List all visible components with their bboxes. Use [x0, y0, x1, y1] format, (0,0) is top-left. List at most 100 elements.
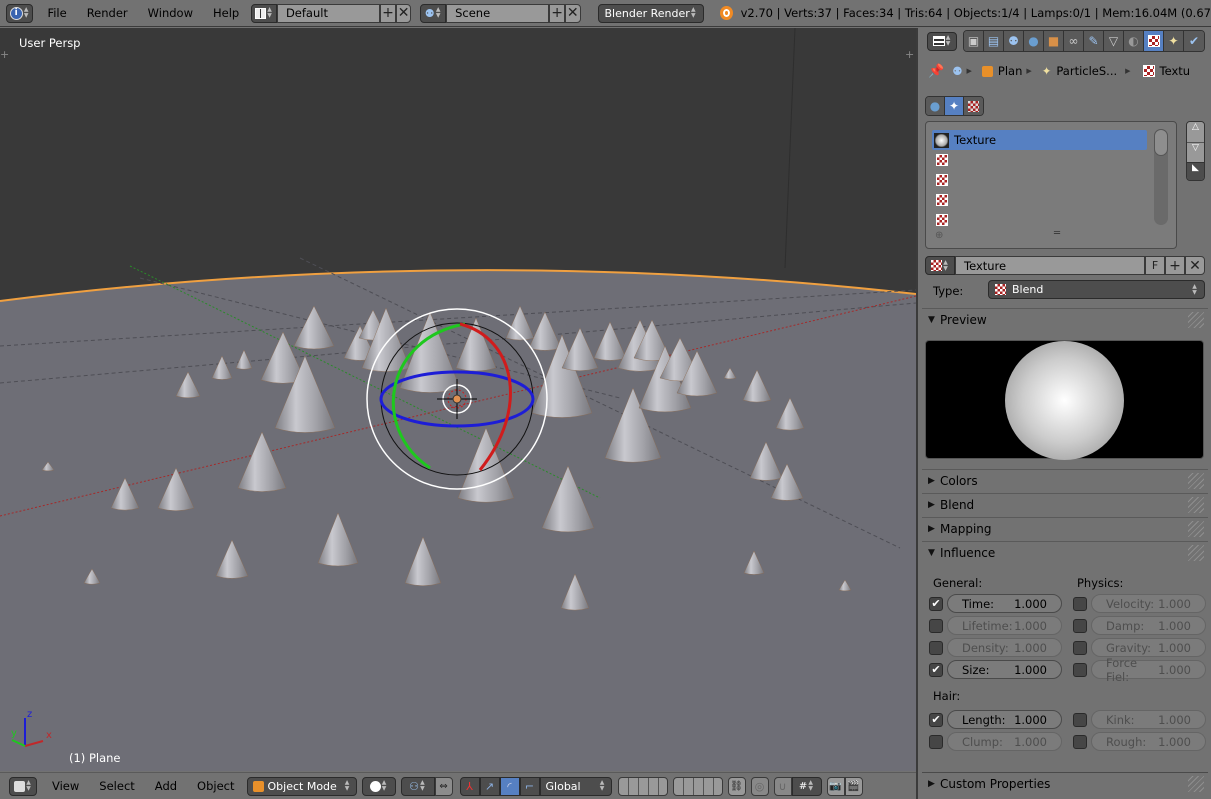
influence-checkbox[interactable]	[1073, 596, 1087, 611]
panel-mapping-header[interactable]: ▶ Mapping	[922, 517, 1208, 539]
influence-checkbox[interactable]: ✔	[929, 596, 943, 611]
panel-drag-handle[interactable]	[1188, 545, 1204, 561]
tab-scene[interactable]: ⚉	[1004, 31, 1024, 51]
fake-user-button[interactable]: F	[1145, 256, 1165, 275]
pin-icon[interactable]: 📌	[928, 64, 944, 79]
menu-object[interactable]: Object	[187, 779, 244, 793]
context-texture[interactable]	[964, 97, 983, 115]
influence-checkbox[interactable]	[1073, 734, 1087, 749]
influence-factor-field[interactable]: Lifetime: 1.000	[947, 616, 1062, 635]
screen-layout-selector[interactable]: ▲ ▼	[251, 3, 277, 23]
render-engine-dropdown[interactable]: Blender Render ▲ ▼	[597, 3, 704, 23]
layer-buttons-1[interactable]	[617, 776, 668, 796]
context-particles[interactable]: ✦	[945, 97, 964, 115]
influence-checkbox[interactable]	[929, 640, 943, 655]
add-screen-button[interactable]: +	[380, 3, 396, 23]
influence-factor-field[interactable]: Time: 1.000	[947, 594, 1062, 613]
new-texture-button[interactable]: +	[1165, 256, 1185, 275]
scene-name-field[interactable]: Scene	[446, 3, 550, 23]
render-animation-button[interactable]: 🎬	[844, 776, 863, 796]
influence-factor-field[interactable]: Damp: 1.000	[1091, 616, 1206, 635]
texture-slot[interactable]	[932, 210, 1147, 230]
editor-type-button[interactable]: i ▲ ▼	[6, 3, 34, 23]
panel-drag-handle[interactable]	[1188, 497, 1204, 513]
panel-drag-handle[interactable]	[1188, 521, 1204, 537]
screen-layout-name-field[interactable]: Default	[276, 3, 381, 23]
menu-select[interactable]: Select	[89, 779, 144, 793]
move-slot-down-button[interactable]: ▽	[1187, 142, 1204, 162]
pivot-point-dropdown[interactable]: ⚇ ▲ ▼	[400, 776, 435, 796]
influence-factor-field[interactable]: Size: 1.000	[947, 660, 1062, 679]
viewport-shading-dropdown[interactable]: ▲ ▼	[361, 776, 396, 796]
unlink-texture-button[interactable]: ✕	[1185, 256, 1205, 275]
tab-texture[interactable]	[1144, 31, 1164, 51]
menu-render[interactable]: Render	[77, 6, 138, 20]
influence-factor-field[interactable]: Force Fiel: 1.000	[1091, 656, 1206, 684]
texture-slot[interactable]	[932, 150, 1147, 170]
tab-physics[interactable]: ✔	[1184, 31, 1204, 51]
mode-dropdown[interactable]: Object Mode ▲ ▼	[246, 776, 357, 796]
3d-viewport[interactable]: User Persp z x y (1) Plane + +	[0, 28, 916, 771]
list-scrollbar[interactable]	[1154, 129, 1168, 225]
influence-checkbox[interactable]	[929, 734, 943, 749]
properties-expand-icon[interactable]: +	[905, 48, 916, 62]
translate-manipulator-button[interactable]: ↗	[479, 776, 500, 796]
panel-influence-header[interactable]: ▼ Influence	[922, 541, 1208, 563]
manipulator-toggle[interactable]: ⅄	[459, 776, 480, 796]
panel-drag-handle[interactable]	[1188, 312, 1204, 328]
scrollbar-thumb[interactable]	[1154, 129, 1168, 156]
panel-colors-header[interactable]: ▶ Colors	[922, 469, 1208, 491]
resize-handle-icon[interactable]: ═	[1054, 228, 1060, 239]
snap-toggle[interactable]: ∪	[773, 776, 792, 796]
render-opengl-button[interactable]: 📷	[826, 776, 845, 796]
manipulate-center-points-button[interactable]: ⇔	[434, 776, 453, 796]
influence-checkbox[interactable]	[1073, 662, 1087, 677]
menu-file[interactable]: File	[37, 6, 76, 20]
tab-modifiers[interactable]: ✎	[1084, 31, 1104, 51]
editor-type-button[interactable]: ▲ ▼	[927, 31, 957, 51]
influence-checkbox[interactable]	[1073, 640, 1087, 655]
proportional-editing-button[interactable]: ◎	[750, 776, 769, 796]
tab-constraints[interactable]: ∞	[1064, 31, 1084, 51]
influence-checkbox[interactable]	[929, 618, 943, 633]
menu-add[interactable]: Add	[145, 779, 187, 793]
tab-world[interactable]: ●	[1024, 31, 1044, 51]
browse-texture-button[interactable]: ▲ ▼	[925, 256, 955, 275]
tab-data[interactable]: ▽	[1104, 31, 1124, 51]
editor-type-button[interactable]: ▲ ▼	[9, 776, 37, 796]
rotate-manipulator-button[interactable]: ◜	[499, 776, 520, 796]
add-scene-button[interactable]: +	[549, 3, 565, 23]
influence-factor-field[interactable]: Rough: 1.000	[1091, 732, 1206, 751]
influence-factor-field[interactable]: Length: 1.000	[947, 710, 1062, 729]
add-filter-icon[interactable]: ⊕	[935, 230, 943, 241]
tab-object[interactable]: ■	[1044, 31, 1064, 51]
tab-render-layers[interactable]: ▤	[984, 31, 1004, 51]
slot-specials-button[interactable]: ◣	[1187, 162, 1204, 180]
panel-blend-header[interactable]: ▶ Blend	[922, 493, 1208, 515]
texture-type-dropdown[interactable]: Blend ▲ ▼	[988, 280, 1205, 299]
influence-checkbox[interactable]	[1073, 712, 1087, 727]
snap-element-dropdown[interactable]: # ▲ ▼	[791, 776, 822, 796]
influence-factor-field[interactable]: Velocity: 1.000	[1091, 594, 1206, 613]
lock-layers-button[interactable]: ⛓	[727, 776, 746, 796]
texture-slot[interactable]	[932, 190, 1147, 210]
menu-window[interactable]: Window	[138, 6, 203, 20]
influence-factor-field[interactable]: Clump: 1.000	[947, 732, 1062, 751]
influence-factor-field[interactable]: Kink: 1.000	[1091, 710, 1206, 729]
tab-particles[interactable]: ✦	[1164, 31, 1184, 51]
layer-buttons-2[interactable]	[672, 776, 723, 796]
texture-slot[interactable]	[932, 170, 1147, 190]
panel-preview-header[interactable]: ▼ Preview	[922, 308, 1208, 330]
influence-factor-field[interactable]: Gravity: 1.000	[1091, 638, 1206, 657]
remove-screen-button[interactable]: ✕	[395, 3, 412, 23]
panel-drag-handle[interactable]	[1188, 776, 1204, 792]
remove-scene-button[interactable]: ✕	[564, 3, 581, 23]
transform-orientation-dropdown[interactable]: Global ▲ ▼	[539, 776, 612, 796]
texture-name-field[interactable]: Texture	[955, 256, 1145, 275]
panel-drag-handle[interactable]	[1188, 473, 1204, 489]
tab-render[interactable]: ▣	[964, 31, 984, 51]
menu-help[interactable]: Help	[203, 6, 249, 20]
context-world[interactable]: ●	[926, 97, 945, 115]
menu-view[interactable]: View	[42, 779, 89, 793]
toolshelf-expand-icon[interactable]: +	[0, 48, 11, 62]
